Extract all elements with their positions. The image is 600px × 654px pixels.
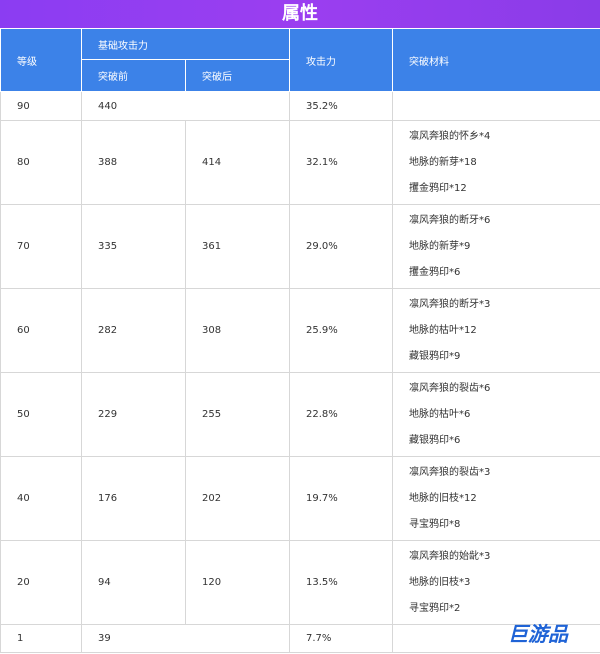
after-cell: 361 xyxy=(185,204,290,289)
page-title: 属性 xyxy=(0,0,600,28)
material-item: 地脉的枯叶*6 xyxy=(409,408,471,420)
materials-cell: 凛风奔狼的裂齿*3 地脉的旧枝*12 寻宝鸦印*8 xyxy=(392,456,600,541)
material-item: 寻宝鸦印*8 xyxy=(409,518,461,530)
material-item: 凛风奔狼的断牙*6 xyxy=(409,214,491,226)
material-item: 攫金鸦印*6 xyxy=(409,266,461,278)
attack-cell: 35.2% xyxy=(289,91,393,121)
table-row: 90 440 35.2% xyxy=(0,91,600,121)
material-item: 寻宝鸦印*2 xyxy=(409,602,461,614)
before-cell: 388 xyxy=(81,120,186,205)
attack-cell: 32.1% xyxy=(289,120,393,205)
after-cell: 414 xyxy=(185,120,290,205)
material-item: 攫金鸦印*12 xyxy=(409,182,467,194)
header-level: 等级 xyxy=(0,28,82,92)
after-cell: 255 xyxy=(185,372,290,457)
header-base-attack: 基础攻击力 xyxy=(81,28,290,60)
material-item: 地脉的新芽*9 xyxy=(409,240,471,252)
header-after-breakthrough: 突破后 xyxy=(185,59,290,92)
level-cell: 20 xyxy=(0,540,82,625)
before-cell: 229 xyxy=(81,372,186,457)
before-cell: 440 xyxy=(81,91,290,121)
before-cell: 176 xyxy=(81,456,186,541)
level-cell: 80 xyxy=(0,120,82,205)
material-item: 凛风奔狼的怀乡*4 xyxy=(409,130,491,142)
after-cell: 308 xyxy=(185,288,290,373)
materials-cell: 凛风奔狼的始龀*3 地脉的旧枝*3 寻宝鸦印*2 xyxy=(392,540,600,625)
attack-cell: 19.7% xyxy=(289,456,393,541)
materials-cell: 凛风奔狼的裂齿*6 地脉的枯叶*6 藏银鸦印*6 xyxy=(392,372,600,457)
table-row: 60 282 308 25.9% 凛风奔狼的断牙*3 地脉的枯叶*12 藏银鸦印… xyxy=(0,288,600,373)
watermark-text: 巨游品 xyxy=(508,622,569,646)
level-cell: 70 xyxy=(0,204,82,289)
after-cell: 120 xyxy=(185,540,290,625)
before-cell: 335 xyxy=(81,204,186,289)
material-item: 地脉的旧枝*12 xyxy=(409,492,477,504)
material-item: 凛风奔狼的始龀*3 xyxy=(409,550,491,562)
before-cell: 282 xyxy=(81,288,186,373)
table-row: 20 94 120 13.5% 凛风奔狼的始龀*3 地脉的旧枝*3 寻宝鸦印*2 xyxy=(0,540,600,625)
level-cell: 40 xyxy=(0,456,82,541)
materials-cell: 凛风奔狼的断牙*6 地脉的新芽*9 攫金鸦印*6 xyxy=(392,204,600,289)
attribute-table: 等级 基础攻击力 攻击力 突破材料 突破前 突破后 90 440 35.2% 8… xyxy=(0,28,600,653)
materials-cell: 凛风奔狼的断牙*3 地脉的枯叶*12 藏银鸦印*9 xyxy=(392,288,600,373)
material-item: 凛风奔狼的裂齿*6 xyxy=(409,382,491,394)
table-row: 70 335 361 29.0% 凛风奔狼的断牙*6 地脉的新芽*9 攫金鸦印*… xyxy=(0,204,600,289)
material-item: 凛风奔狼的断牙*3 xyxy=(409,298,491,310)
attack-cell: 22.8% xyxy=(289,372,393,457)
attack-cell: 29.0% xyxy=(289,204,393,289)
attack-cell: 25.9% xyxy=(289,288,393,373)
attack-cell: 7.7% xyxy=(289,624,393,653)
level-cell: 60 xyxy=(0,288,82,373)
material-item: 凛风奔狼的裂齿*3 xyxy=(409,466,491,478)
level-cell: 1 xyxy=(0,624,82,653)
materials-cell xyxy=(392,91,600,121)
material-item: 藏银鸦印*6 xyxy=(409,434,461,446)
header-attack: 攻击力 xyxy=(289,28,393,92)
before-cell: 39 xyxy=(81,624,290,653)
material-item: 地脉的新芽*18 xyxy=(409,156,477,168)
header-before-breakthrough: 突破前 xyxy=(81,59,186,92)
material-item: 藏银鸦印*9 xyxy=(409,350,461,362)
header-materials: 突破材料 xyxy=(392,28,600,92)
material-item: 地脉的旧枝*3 xyxy=(409,576,471,588)
table-row: 40 176 202 19.7% 凛风奔狼的裂齿*3 地脉的旧枝*12 寻宝鸦印… xyxy=(0,456,600,541)
attack-cell: 13.5% xyxy=(289,540,393,625)
materials-cell: 凛风奔狼的怀乡*4 地脉的新芽*18 攫金鸦印*12 xyxy=(392,120,600,205)
level-cell: 50 xyxy=(0,372,82,457)
material-item: 地脉的枯叶*12 xyxy=(409,324,477,336)
before-cell: 94 xyxy=(81,540,186,625)
watermark-logo: 巨游品 xyxy=(508,620,590,646)
level-cell: 90 xyxy=(0,91,82,121)
table-row: 80 388 414 32.1% 凛风奔狼的怀乡*4 地脉的新芽*18 攫金鸦印… xyxy=(0,120,600,205)
table-row: 50 229 255 22.8% 凛风奔狼的裂齿*6 地脉的枯叶*6 藏银鸦印*… xyxy=(0,372,600,457)
after-cell: 202 xyxy=(185,456,290,541)
